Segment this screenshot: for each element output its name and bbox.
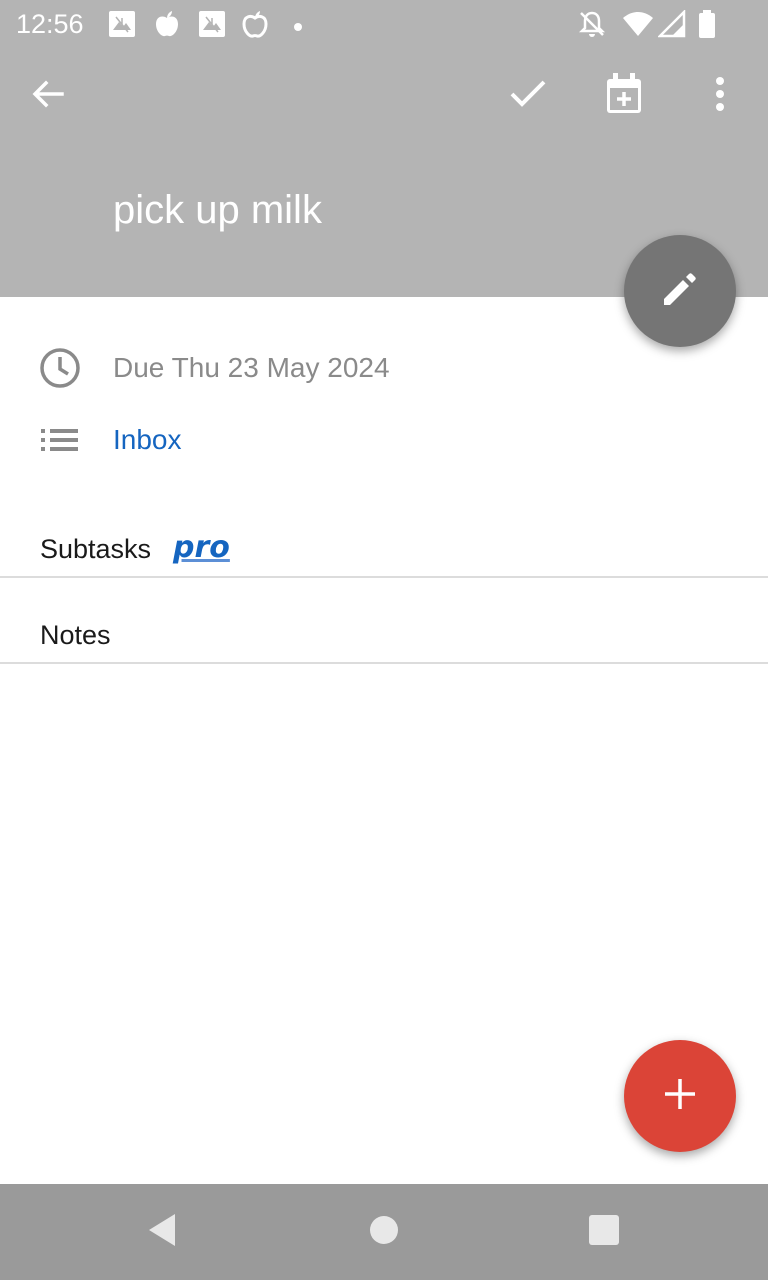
dot-icon [293,19,303,37]
clock-icon [38,348,82,388]
list-icon [38,420,82,460]
complete-button[interactable] [504,72,552,120]
notes-label: Notes [40,620,111,650]
back-button[interactable] [24,72,72,120]
more-options-button[interactable] [696,72,744,120]
add-button[interactable] [624,1040,736,1152]
more-vert-icon [714,76,726,117]
battery-icon [698,10,716,43]
notes-section[interactable]: Notes [0,576,768,664]
nav-back-button[interactable] [138,1208,186,1256]
list-row[interactable]: Inbox [0,410,768,470]
due-date-text: Due Thu 23 May 2024 [113,352,390,383]
due-date-row[interactable]: Due Thu 23 May 2024 [0,338,768,398]
pro-badge[interactable]: pro [173,530,230,565]
photo-icon [198,10,226,43]
subtasks-section[interactable]: Subtasks pro [0,490,768,578]
photo-icon [108,10,136,43]
nav-home-button[interactable] [360,1208,408,1256]
list-name-text: Inbox [113,424,182,455]
task-title: pick up milk [113,188,322,232]
apple-icon [154,10,180,43]
wifi-icon [622,10,654,43]
back-arrow-icon [30,76,66,117]
checkmark-icon [508,76,548,117]
edit-task-button[interactable] [624,235,736,347]
status-bar: 12:56 [0,0,768,48]
square-recents-icon [588,1214,620,1251]
triangle-back-icon [145,1212,179,1253]
circle-home-icon [368,1214,400,1251]
notifications-off-icon [578,10,606,43]
nav-recents-button[interactable] [580,1208,628,1256]
subtasks-label: Subtasks [40,534,152,564]
system-nav-bar [0,1184,768,1280]
calendar-add-icon [605,72,643,120]
pencil-icon [660,269,700,314]
status-time: 12:56 [16,9,84,39]
apple-outline-icon [242,10,268,43]
cell-signal-icon [656,8,686,43]
add-to-calendar-button[interactable] [600,72,648,120]
plus-icon [662,1076,698,1117]
